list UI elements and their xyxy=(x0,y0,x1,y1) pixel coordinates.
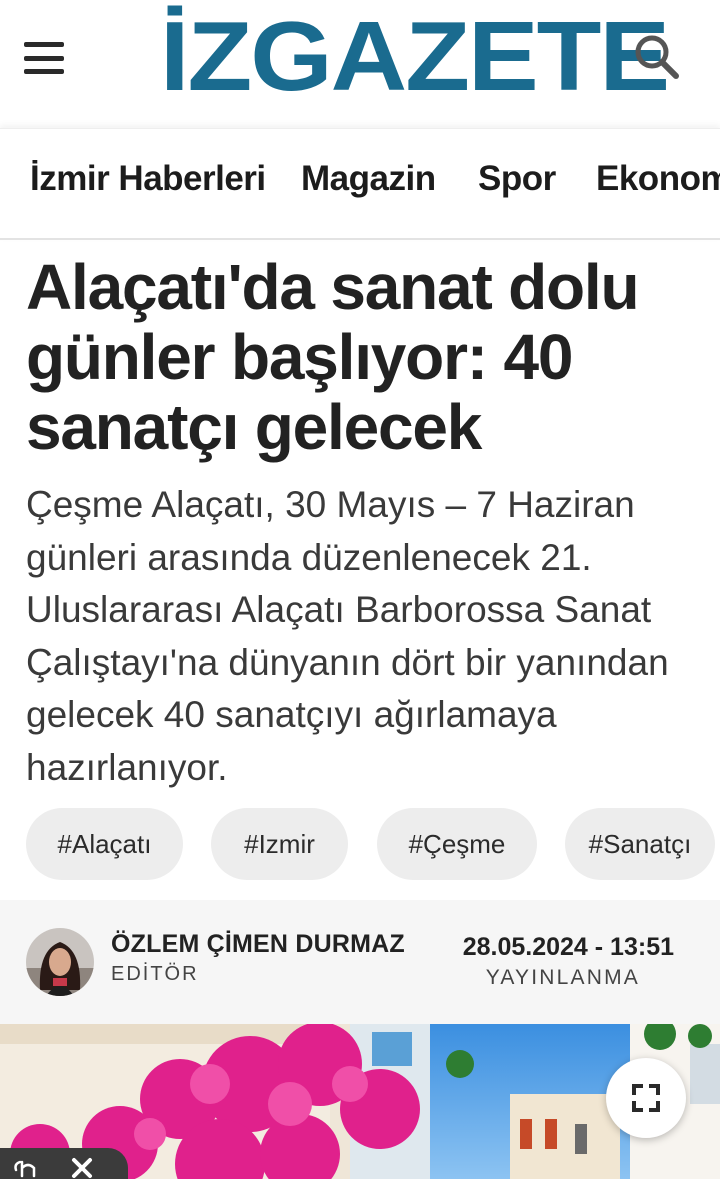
author-role: EDİTÖR xyxy=(111,963,199,985)
close-icon xyxy=(72,1158,92,1178)
nav-item-spor[interactable]: Spor xyxy=(478,159,556,199)
tag-sanatci[interactable]: #Sanatçı xyxy=(565,808,715,880)
tag-cesme[interactable]: #Çeşme xyxy=(377,808,537,880)
tag-list: #Alaçatı #Izmir #Çeşme #Sanatçı xyxy=(0,808,720,880)
article-title: Alaçatı'da sanat dolu günler başlıyor: 4… xyxy=(26,251,640,463)
nav-item-izmir-haberleri[interactable]: İzmir Haberleri xyxy=(30,159,266,199)
publish-label: YAYINLANMA xyxy=(485,966,640,989)
ad-overlay-chip[interactable] xyxy=(0,1148,128,1179)
nav-item-ekonomi[interactable]: Ekonomi xyxy=(596,159,720,199)
publish-datetime: 28.05.2024 - 13:51 xyxy=(462,933,674,961)
category-nav: İzmir Haberleri Magazin Spor Ekonomi xyxy=(0,128,720,240)
fullscreen-icon[interactable] xyxy=(606,1058,686,1138)
tag-izmir[interactable]: #Izmir xyxy=(211,808,348,880)
author-name[interactable]: ÖZLEM ÇİMEN DURMAZ xyxy=(111,930,405,959)
site-header: İZGAZETE xyxy=(0,0,720,128)
tag-alacati[interactable]: #Alaçatı xyxy=(26,808,183,880)
ad-badge-icon xyxy=(14,1160,36,1178)
search-icon[interactable] xyxy=(630,30,682,82)
hamburger-icon[interactable] xyxy=(22,38,66,78)
author-bar: ÖZLEM ÇİMEN DURMAZ EDİTÖR 28.05.2024 - 1… xyxy=(0,900,720,1024)
site-logo[interactable]: İZGAZETE xyxy=(160,7,670,106)
author-avatar[interactable] xyxy=(26,928,94,996)
article-page: İZGAZETE İzmir Haberleri Magazin Spor Ek… xyxy=(0,0,720,1179)
article-summary: Çeşme Alaçatı, 30 Mayıs – 7 Haziran günl… xyxy=(26,484,669,788)
nav-item-magazin[interactable]: Magazin xyxy=(301,159,436,199)
